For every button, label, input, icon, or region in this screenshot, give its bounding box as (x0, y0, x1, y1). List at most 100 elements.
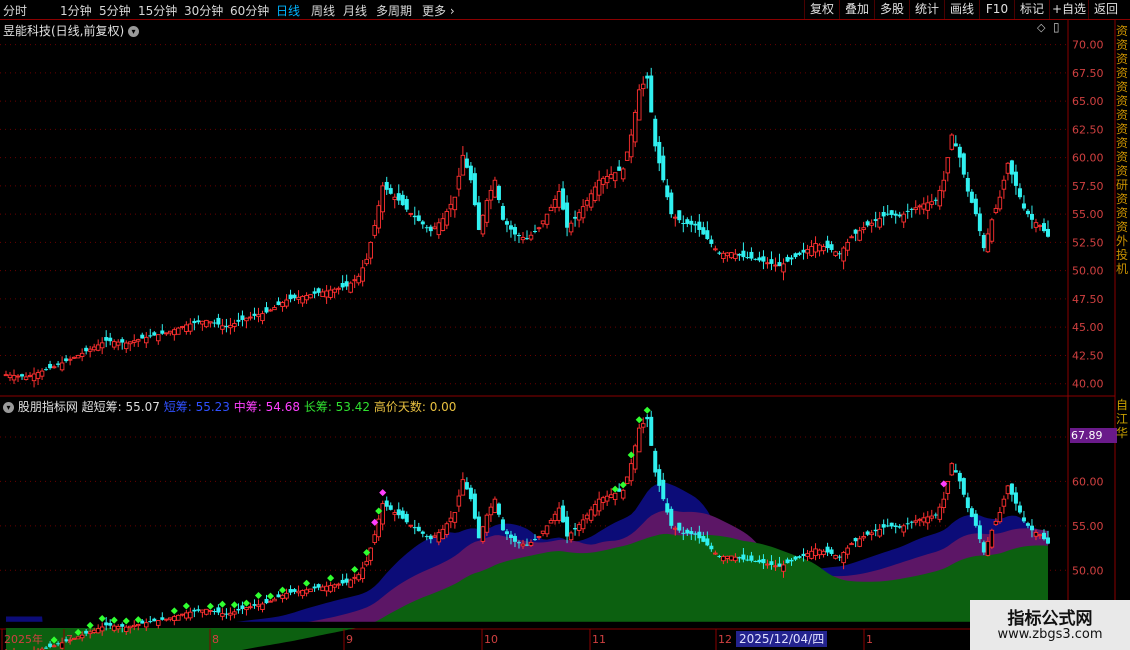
candle-body (48, 643, 53, 647)
candle-body (180, 326, 185, 328)
period-tab-30min[interactable]: 30分钟 (184, 2, 223, 19)
candle-body (985, 233, 991, 253)
period-tab-timeshare[interactable]: 分时 (3, 2, 27, 19)
candle-body (833, 251, 838, 256)
candle-body (388, 505, 393, 510)
candle-body (280, 594, 285, 599)
title-dropdown-icon[interactable]: ▾ (128, 26, 140, 37)
candle-body (973, 513, 978, 526)
candle-body (1029, 525, 1034, 531)
stats-button[interactable]: 统计 (909, 0, 944, 19)
candle-body (673, 527, 678, 530)
candle-body (584, 514, 590, 520)
period-tab-15min[interactable]: 15分钟 (138, 2, 177, 19)
candle-body (773, 264, 778, 267)
period-tab-1min[interactable]: 1分钟 (60, 2, 92, 19)
price-candle (204, 319, 209, 329)
back-button[interactable]: 返回 (1088, 0, 1123, 19)
candle-body (989, 219, 995, 242)
candle-body (781, 564, 786, 572)
x-tick-label: 8 (212, 633, 219, 646)
period-tab-multi[interactable]: 多周期 (376, 2, 412, 19)
candle-body (849, 236, 854, 239)
candle-body (260, 313, 265, 322)
candle-body (272, 598, 277, 602)
overlay-button[interactable]: 叠加 (839, 0, 874, 19)
candle-body (957, 472, 962, 482)
candle-body (292, 589, 297, 592)
candle-body (533, 231, 538, 233)
candle-body (75, 636, 81, 640)
candle-body (240, 605, 245, 609)
candle-body (937, 506, 943, 520)
candle-body (1021, 203, 1026, 209)
candle-body (721, 252, 726, 260)
candle-body (749, 555, 754, 561)
candle-body (424, 536, 429, 538)
candle-body (709, 239, 714, 244)
candle-body (11, 375, 17, 381)
indicator-candle (624, 476, 630, 485)
candle-body (913, 207, 918, 211)
period-tab-60min[interactable]: 60分钟 (230, 2, 269, 19)
period-tab-monthly[interactable]: 月线 (343, 2, 367, 19)
candle-body (464, 482, 469, 490)
add-watchlist-button[interactable]: +自选 (1049, 0, 1088, 19)
candle-body (873, 219, 878, 221)
candle-body (252, 604, 257, 606)
candle-body (1045, 228, 1050, 237)
candle-body (360, 567, 365, 579)
candle-body (973, 198, 978, 215)
fuquan-button[interactable]: 复权 (804, 0, 839, 19)
candle-body (44, 647, 49, 649)
x-tick-label: 11 (592, 633, 606, 646)
candle-body (364, 560, 369, 566)
right-info-text-2: 自江华 (1116, 398, 1129, 440)
candle-body (1005, 485, 1011, 495)
candle-body (244, 607, 249, 611)
f10-button[interactable]: F10 (979, 0, 1014, 19)
candle-body (136, 339, 141, 342)
candle-body (1033, 532, 1039, 537)
indicator-dropdown-icon[interactable]: ▾ (3, 402, 14, 413)
candle-body (909, 521, 914, 523)
candle-body (817, 549, 822, 556)
candle-body (104, 622, 109, 626)
candle-body (364, 258, 369, 265)
diamond-icon[interactable]: ◇ (1037, 21, 1045, 34)
period-tab-weekly[interactable]: 周线 (311, 2, 335, 19)
candle-body (941, 179, 947, 192)
current-value-text: 67.89 (1071, 429, 1103, 442)
candle-body (240, 315, 245, 320)
candle-body (232, 611, 237, 615)
candle-body (636, 427, 642, 453)
candle-body (548, 206, 554, 212)
period-tab-5min[interactable]: 5分钟 (99, 2, 131, 19)
candle-body (580, 519, 586, 530)
candle-body (516, 542, 521, 544)
candle-body (885, 525, 890, 527)
kline-chart[interactable]: 70.00 67.50 65.00 62.50 60.00 57.50 55.00 52.50… (0, 20, 1130, 650)
period-tab-daily[interactable]: 日线 (276, 2, 300, 19)
candle-body (412, 215, 417, 218)
candle-body (108, 337, 113, 342)
candle-body (188, 323, 193, 332)
candle-body (380, 185, 385, 213)
draw-line-button[interactable]: 画线 (944, 0, 979, 19)
candle-body (84, 630, 89, 634)
multi-stock-button[interactable]: 多股 (874, 0, 909, 19)
mark-button[interactable]: 标记 (1014, 0, 1049, 19)
candle-body (352, 576, 357, 579)
candle-body (428, 535, 433, 540)
candle-body (568, 222, 574, 233)
candle-body (224, 325, 229, 328)
candle-body (573, 216, 578, 219)
candle-body (95, 344, 101, 351)
candle-body (3, 374, 9, 377)
panel-toggle-icon[interactable]: ▯ (1053, 20, 1060, 34)
candle-body (320, 586, 325, 592)
candle-body (87, 348, 93, 352)
period-tab-more[interactable]: 更多 › (422, 2, 455, 19)
candle-body (765, 262, 770, 265)
candle-body (1013, 171, 1018, 186)
